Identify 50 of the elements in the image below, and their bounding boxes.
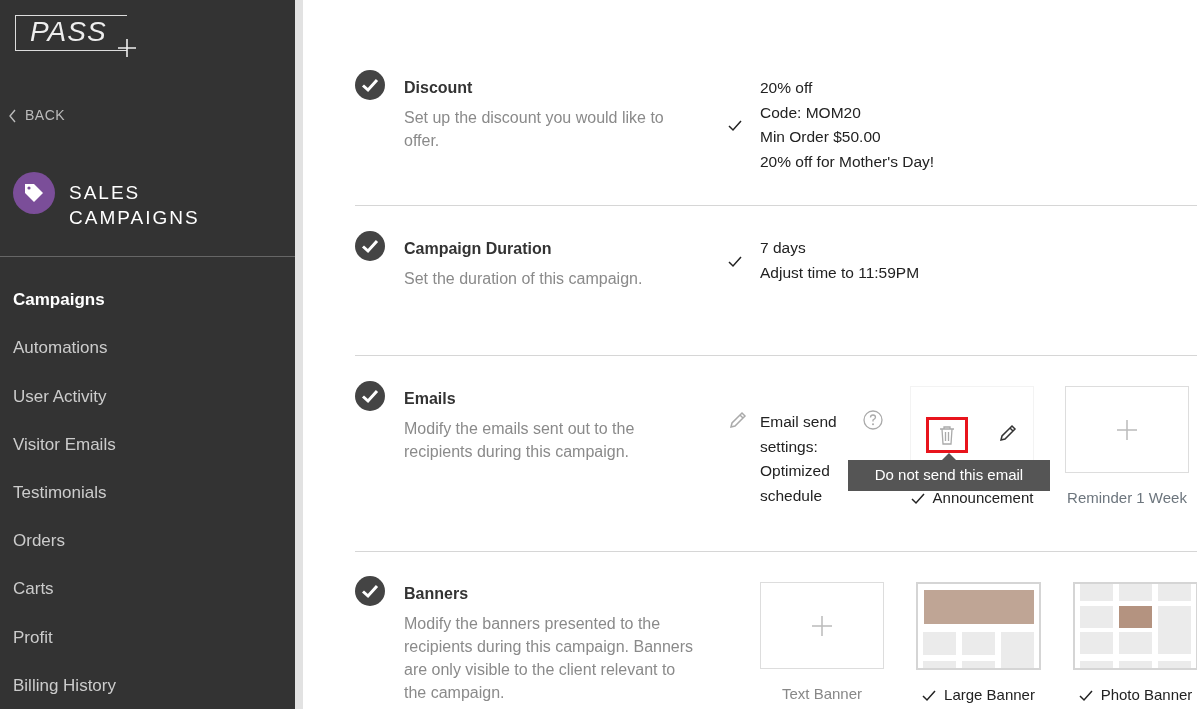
edit-button[interactable]	[998, 423, 1018, 443]
delete-button[interactable]	[926, 417, 968, 453]
logo-text: PASS	[30, 16, 107, 47]
large-banner-preview[interactable]	[916, 582, 1041, 670]
sidebar-item[interactable]: Visitor Emails	[0, 431, 295, 480]
plus-icon	[811, 614, 833, 637]
trash-icon	[938, 425, 956, 445]
tooltip: Do not send this email	[848, 453, 1050, 491]
add-banner-card[interactable]	[760, 582, 884, 669]
send-settings-text: Email send settings: Optimized schedule	[760, 412, 838, 506]
chevron-left-icon[interactable]	[8, 108, 17, 123]
sidebar-item[interactable]: User Activity	[0, 383, 295, 432]
sidebar-item[interactable]: Orders	[0, 528, 295, 577]
plus-icon	[1116, 418, 1138, 441]
summary-line: Min Order $50.00	[760, 127, 882, 147]
summary-line: 20% off for Mother's Day!	[760, 151, 935, 172]
plus-icon	[116, 38, 137, 59]
section-description: Modify the emails sent out to the recipients during this campaign.	[404, 419, 636, 462]
section-description: Set the duration of this campaign.	[404, 269, 644, 289]
section-heading: Emails	[404, 389, 457, 409]
check-icon	[728, 119, 742, 133]
back-link[interactable]: BACK	[25, 105, 66, 127]
section-heading: Banners	[404, 584, 470, 604]
sidebar-item[interactable]: Billing History	[0, 672, 295, 709]
section-description: Modify the banners presented to the recipients during this campaign. Banners are only visible to the client relevant to the campaign.	[404, 614, 694, 703]
section-heading: Discount	[404, 78, 474, 98]
summary-line: Code: MOM20	[760, 102, 862, 123]
sidebar-item[interactable]: Profit	[0, 624, 295, 673]
tag-icon	[13, 172, 55, 215]
banner-label: Large Banner	[944, 685, 1035, 705]
section-description: Set up the discount you would like to offer.	[404, 108, 665, 151]
summary-line: Adjust time to 11:59PM	[760, 262, 920, 283]
sidebar-item[interactable]: Campaigns	[0, 287, 295, 336]
sidebar-item[interactable]: Automations	[0, 335, 295, 384]
banner-label: Photo Banner	[1100, 685, 1193, 705]
sidebar-item[interactable]: Carts	[0, 576, 295, 625]
banner-label: Text Banner	[781, 684, 862, 704]
email-card[interactable]	[1065, 386, 1189, 473]
summary-line: 20% off	[760, 78, 814, 98]
section-title: SALES CAMPAIGNS	[69, 181, 201, 231]
pencil-icon	[998, 423, 1018, 443]
sidebar-item[interactable]: Testimonials	[0, 479, 295, 529]
photo-banner-preview[interactable]	[1073, 582, 1197, 670]
email-label: Reminder 1 Week	[1067, 488, 1187, 508]
help-icon[interactable]	[863, 410, 883, 430]
pencil-icon[interactable]	[728, 410, 748, 430]
check-icon	[728, 254, 742, 268]
section-heading: Campaign Duration	[404, 239, 553, 259]
email-label: Announcement	[932, 488, 1034, 508]
summary-line: 7 days	[760, 238, 807, 258]
